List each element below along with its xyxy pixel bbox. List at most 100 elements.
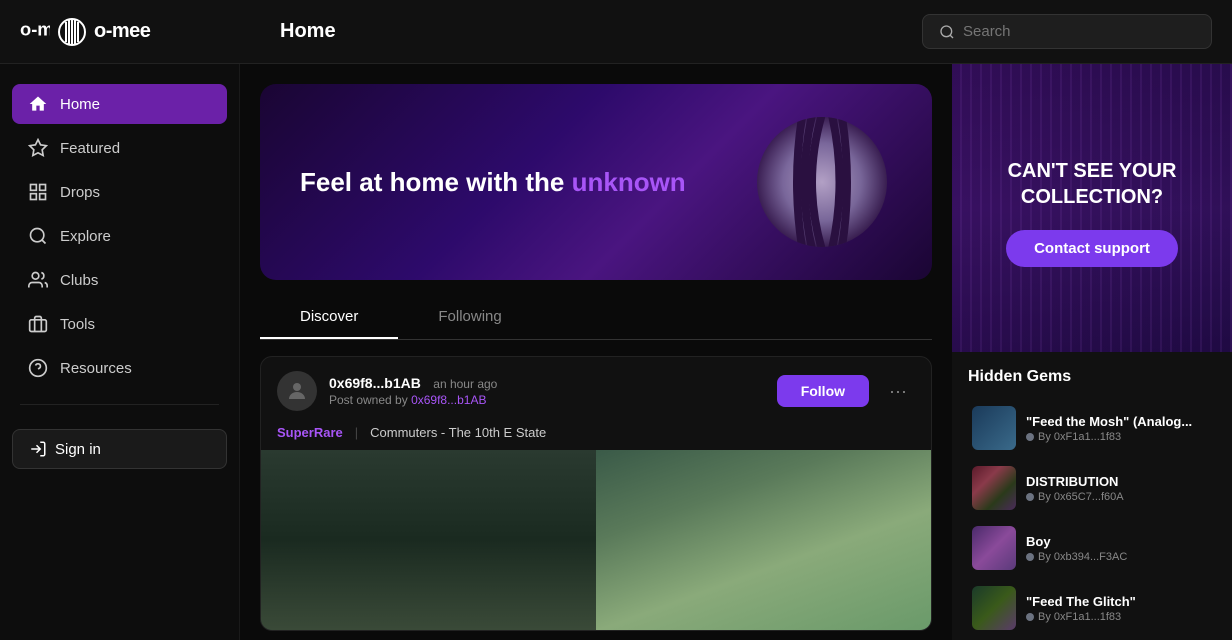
star-icon: [28, 138, 48, 158]
list-item[interactable]: "Feed the Mosh" (Analog... By 0xF1a1...1…: [968, 398, 1216, 458]
logo-wordmark: o-mee: [94, 20, 150, 43]
hidden-gems: Hidden Gems "Feed the Mosh" (Analog... B…: [952, 352, 1232, 640]
search-bar[interactable]: [922, 14, 1212, 49]
post-meta: 0x69f8...b1AB an hour ago Post owned by …: [329, 375, 765, 407]
eth-icon: [1026, 433, 1034, 441]
post-tag-separator: |: [355, 425, 358, 440]
eth-icon: [1026, 493, 1034, 501]
feed-tabs: Discover Following: [260, 296, 932, 340]
sidebar-label-clubs: Clubs: [60, 272, 98, 289]
logo-icon: [58, 18, 86, 46]
post-track-name: Commuters - The 10th E State: [370, 425, 546, 440]
post-image-left: [261, 450, 596, 630]
gem-info: DISTRIBUTION By 0x65C7...f60A: [1026, 474, 1212, 503]
gem-author: By 0xF1a1...1f83: [1026, 611, 1212, 623]
gem-author: By 0xF1a1...1f83: [1026, 431, 1212, 443]
gem-name: "Feed The Glitch": [1026, 594, 1212, 609]
list-item[interactable]: "Feed The Glitch" By 0xF1a1...1f83: [968, 578, 1216, 638]
gem-info: "Feed the Mosh" (Analog... By 0xF1a1...1…: [1026, 414, 1212, 443]
avatar-icon: [285, 379, 309, 403]
post-platform: SuperRare: [277, 425, 343, 440]
post-header: 0x69f8...b1AB an hour ago Post owned by …: [261, 357, 931, 425]
right-panel: CAN'T SEE YOUR COLLECTION? Contact suppo…: [952, 64, 1232, 640]
topbar: o-mee o-mee Home: [0, 0, 1232, 64]
svg-text:o-mee: o-mee: [20, 18, 50, 39]
gem-thumbnail: [972, 466, 1016, 510]
tab-following[interactable]: Following: [398, 296, 541, 339]
logo-text: o-mee: [20, 14, 50, 50]
tab-following-label: Following: [438, 308, 501, 325]
sidebar: Home Featured Drops Explore Clubs: [0, 64, 240, 640]
gem-name: "Feed the Mosh" (Analog...: [1026, 414, 1212, 429]
sidebar-item-home[interactable]: Home: [12, 84, 227, 124]
hero-text-accent: unknown: [572, 167, 686, 197]
hero-banner: Feel at home with the unknown: [260, 84, 932, 280]
gem-info: "Feed The Glitch" By 0xF1a1...1f83: [1026, 594, 1212, 623]
gem-info: Boy By 0xb394...F3AC: [1026, 534, 1212, 563]
tab-discover-label: Discover: [300, 308, 358, 325]
post-image: [261, 450, 931, 630]
sidebar-label-tools: Tools: [60, 316, 95, 333]
content-area: Feel at home with the unknown: [240, 64, 952, 640]
gem-author: By 0x65C7...f60A: [1026, 491, 1212, 503]
sidebar-item-clubs[interactable]: Clubs: [12, 260, 227, 300]
search-icon: [939, 24, 955, 40]
hero-orb: [752, 112, 892, 252]
sidebar-label-explore: Explore: [60, 228, 111, 245]
sidebar-label-drops: Drops: [60, 184, 100, 201]
gem-thumbnail: [972, 586, 1016, 630]
list-item[interactable]: Boy By 0xb394...F3AC: [968, 518, 1216, 578]
post-author: 0x69f8...b1AB: [329, 375, 421, 391]
hidden-gems-title: Hidden Gems: [968, 368, 1216, 386]
sidebar-item-tools[interactable]: Tools: [12, 304, 227, 344]
sidebar-item-explore[interactable]: Explore: [12, 216, 227, 256]
hero-text: Feel at home with the unknown: [300, 167, 686, 198]
eth-icon: [1026, 613, 1034, 621]
post-time: an hour ago: [433, 377, 497, 391]
list-item[interactable]: DISTRIBUTION By 0x65C7...f60A: [968, 458, 1216, 518]
explore-search-icon: [28, 226, 48, 246]
gem-author-text: By 0xF1a1...1f83: [1038, 611, 1121, 623]
post-owned: Post owned by 0x69f8...b1AB: [329, 393, 765, 407]
gem-name: DISTRIBUTION: [1026, 474, 1212, 489]
main-layout: Home Featured Drops Explore Clubs: [0, 64, 1232, 640]
sidebar-label-home: Home: [60, 96, 100, 113]
post-image-right: [596, 450, 931, 630]
follow-button[interactable]: Follow: [777, 375, 869, 407]
help-icon: [28, 358, 48, 378]
home-icon: [28, 94, 48, 114]
sidebar-item-featured[interactable]: Featured: [12, 128, 227, 168]
promo-title: CAN'T SEE YOUR COLLECTION?: [976, 158, 1208, 210]
gem-thumbnail: [972, 406, 1016, 450]
promo-card: CAN'T SEE YOUR COLLECTION? Contact suppo…: [952, 64, 1232, 352]
sidebar-item-resources[interactable]: Resources: [12, 348, 227, 388]
avatar: [277, 371, 317, 411]
gem-author: By 0xb394...F3AC: [1026, 551, 1212, 563]
feed: 0x69f8...b1AB an hour ago Post owned by …: [260, 356, 932, 631]
eth-icon: [1026, 553, 1034, 561]
gem-thumbnail: [972, 526, 1016, 570]
tab-discover[interactable]: Discover: [260, 296, 398, 339]
sign-in-label: Sign in: [55, 441, 101, 458]
more-options-button[interactable]: ···: [881, 377, 915, 406]
post-owner-addr: 0x69f8...b1AB: [411, 393, 486, 407]
contact-support-button[interactable]: Contact support: [1006, 230, 1178, 267]
sidebar-item-drops[interactable]: Drops: [12, 172, 227, 212]
sidebar-label-resources: Resources: [60, 360, 132, 377]
sidebar-label-featured: Featured: [60, 140, 120, 157]
grid-icon: [28, 182, 48, 202]
sidebar-divider: [20, 404, 219, 405]
page-title: Home: [260, 20, 922, 43]
gem-author-text: By 0x65C7...f60A: [1038, 491, 1124, 503]
post-card: 0x69f8...b1AB an hour ago Post owned by …: [260, 356, 932, 631]
search-input[interactable]: [963, 23, 1195, 40]
gem-author-text: By 0xF1a1...1f83: [1038, 431, 1121, 443]
gem-name: Boy: [1026, 534, 1212, 549]
users-icon: [28, 270, 48, 290]
sign-in-button[interactable]: Sign in: [12, 429, 227, 469]
post-tags: SuperRare | Commuters - The 10th E State: [261, 425, 931, 450]
tools-icon: [28, 314, 48, 334]
gem-author-text: By 0xb394...F3AC: [1038, 551, 1127, 563]
sign-in-icon: [29, 440, 47, 458]
logo: o-mee o-mee: [20, 14, 260, 50]
